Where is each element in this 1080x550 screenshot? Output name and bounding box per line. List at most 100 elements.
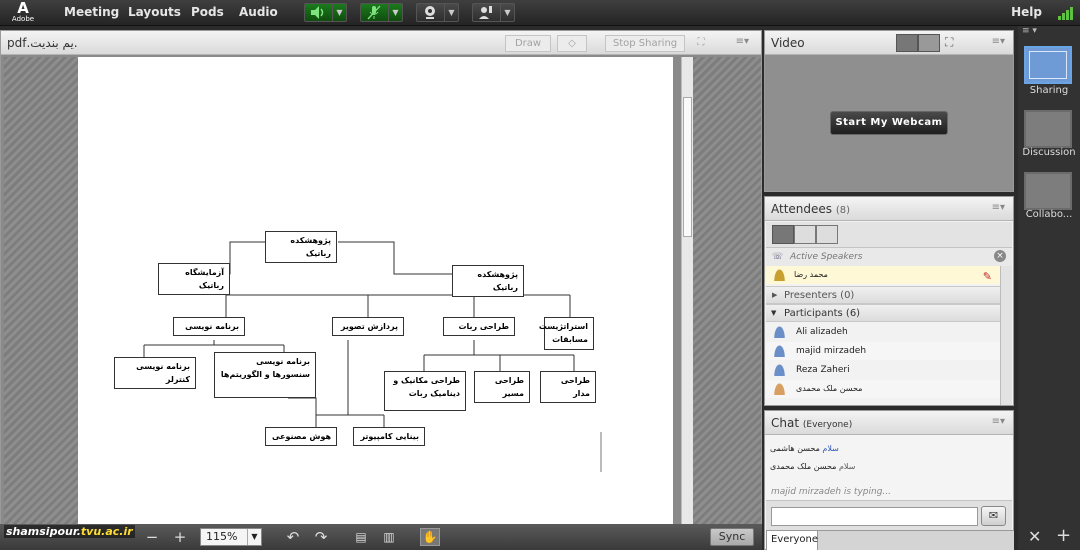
hand-tool-icon[interactable]: ✋ — [420, 528, 440, 546]
active-speakers-label: Active Speakers — [790, 252, 863, 262]
speaker-button[interactable]: ▼ — [304, 3, 347, 22]
chevron-down-icon[interactable]: ▼ — [388, 4, 402, 21]
layout-thumb-collaboration[interactable] — [1024, 172, 1072, 210]
pod-menu-icon[interactable]: ≡▾ — [736, 36, 749, 47]
chevron-right-icon: ▶ — [772, 291, 778, 299]
help-menu[interactable]: Help — [1011, 5, 1042, 19]
chat-message-text: سلام — [838, 462, 856, 471]
scrollbar-thumb[interactable] — [683, 97, 692, 237]
rail-menu-icon[interactable]: ≡ ▾ — [1022, 26, 1076, 36]
menu-pods[interactable]: Pods — [191, 5, 224, 19]
zoom-value: 115% — [206, 530, 238, 543]
video-pod-title: Video — [771, 36, 805, 50]
presenter-status-icon: ✎ — [982, 270, 992, 283]
chevron-down-icon[interactable]: ▼ — [444, 4, 458, 21]
chat-sender: محسن ملک محمدی — [770, 462, 837, 471]
participant-row[interactable]: Ali alizadeh — [766, 323, 1000, 341]
rotate-left-icon[interactable]: ↶ — [285, 529, 301, 545]
breakout-view-icon[interactable] — [794, 225, 816, 244]
chevron-down-icon[interactable]: ▼ — [247, 529, 261, 545]
chat-tab-everyone[interactable]: Everyone — [766, 530, 818, 550]
layout-thumb-sharing[interactable] — [1024, 46, 1072, 84]
participant-row[interactable]: majid mirzadeh — [766, 342, 1000, 360]
participant-row[interactable]: Reza Zaheri — [766, 361, 1000, 379]
chat-tab-strip — [818, 530, 1014, 550]
presenters-section[interactable]: ▶ Presenters (0) — [766, 286, 1000, 304]
fullscreen-icon[interactable]: ⛶ — [945, 35, 953, 50]
fullscreen-icon[interactable]: ⛶ — [691, 35, 711, 52]
layout-thumb-discussion[interactable] — [1024, 110, 1072, 148]
layout-label-collaboration[interactable]: Collabo... — [1018, 209, 1080, 220]
attendees-pod-title: Attendees (8) — [771, 202, 850, 216]
participants-section[interactable]: ▼ Participants (6) — [766, 304, 1000, 322]
chat-pod-title: Chat (Everyone) — [771, 416, 852, 430]
menu-layouts[interactable]: Layouts — [128, 5, 181, 19]
attendees-toolbar — [766, 222, 1012, 248]
video-pod-header: Video ⛶ ≡▾ — [765, 31, 1013, 55]
diagram-node-root: پژوهشکده رباتیک — [265, 231, 337, 263]
raise-hand-icon — [479, 6, 492, 19]
rotate-right-icon[interactable]: ↷ — [313, 529, 329, 545]
menu-meeting[interactable]: Meeting — [64, 5, 119, 19]
fit-width-icon[interactable]: ▥ — [381, 529, 397, 545]
chat-message: سلام محسن ملک محمدی — [770, 460, 1006, 474]
participant-row[interactable]: محسن ملک محمدی — [766, 380, 1000, 398]
attendee-status-icon[interactable] — [816, 225, 838, 244]
diagram-node-mechanics: طراحی مکانیک و دینامیک ربات — [384, 371, 466, 411]
layout-thumb-pane — [1029, 51, 1067, 79]
phone-icon: ☏ — [772, 252, 784, 262]
typing-indicator: majid mirzadeh is typing... — [771, 487, 891, 497]
host-row[interactable]: محمد رضا ✎ — [766, 266, 1000, 284]
attendees-scrollbar[interactable] — [1000, 266, 1012, 405]
watermark-part2: tvu.ac.ir — [80, 525, 133, 538]
user-icon — [774, 383, 785, 395]
top-menu-bar: A Adobe Meeting Layouts Pods Audio ▼ ▼ ▼… — [0, 0, 1080, 26]
list-view-icon[interactable] — [772, 225, 794, 244]
document-page: پژوهشکده رباتیک آزمایشگاه رباتیک پژوهشکد… — [78, 57, 673, 524]
vertical-scrollbar[interactable] — [681, 57, 693, 524]
chat-input[interactable] — [771, 507, 978, 526]
presenters-label: Presenters (0) — [784, 290, 855, 301]
zoom-in-icon[interactable]: + — [172, 529, 188, 545]
sync-button[interactable]: Sync — [710, 528, 754, 546]
active-speakers-bar: Active Speakers ☏ × — [766, 248, 1012, 266]
diagram-node-circuit: طراحی مدار — [540, 371, 596, 403]
filmstrip-view-icon[interactable] — [918, 34, 940, 52]
zoom-select[interactable]: 115% ▼ — [200, 528, 262, 546]
diagram-node-path: طراحی مسیر — [474, 371, 530, 403]
share-pod-header: .يم بندیت.pdf Draw ◇ Stop Sharing ⛶ ≡▾ — [1, 31, 761, 55]
draw-button[interactable]: Draw — [505, 35, 551, 52]
right-margin — [693, 57, 761, 524]
attendees-pod-header: Attendees (8) ≡▾ — [765, 197, 1013, 221]
chat-message-text: سلام — [822, 444, 839, 453]
menu-audio[interactable]: Audio — [239, 5, 278, 19]
chevron-down-icon[interactable]: ▼ — [500, 4, 514, 21]
add-layout-icon[interactable]: + — [1056, 525, 1071, 546]
participants-label: Participants (6) — [784, 308, 861, 319]
diagram-node-ai: هوش مصنوعی — [265, 427, 337, 446]
manage-layouts-icon[interactable]: ✕ — [1028, 527, 1041, 546]
fit-page-icon[interactable]: ▤ — [353, 529, 369, 545]
pod-menu-icon[interactable]: ≡▾ — [992, 36, 1005, 47]
layout-label-discussion[interactable]: Discussion — [1018, 147, 1080, 158]
stop-sharing-button[interactable]: Stop Sharing — [605, 35, 685, 52]
watermark: shamsipour.tvu.ac.ir — [4, 525, 135, 538]
chevron-down-icon[interactable]: ▼ — [332, 4, 346, 21]
close-icon[interactable]: × — [994, 250, 1006, 262]
webcam-button[interactable]: ▼ — [416, 3, 459, 22]
page-divider — [600, 432, 602, 472]
layout-label-sharing[interactable]: Sharing — [1018, 85, 1080, 96]
start-webcam-button[interactable]: Start My Webcam — [830, 111, 948, 135]
participant-name: Reza Zaheri — [796, 365, 850, 375]
pod-menu-icon[interactable]: ≡▾ — [992, 416, 1005, 427]
grid-view-icon[interactable] — [896, 34, 918, 52]
eraser-button[interactable]: ◇ — [557, 35, 587, 52]
chat-title: Chat — [771, 416, 800, 430]
raise-hand-button[interactable]: ▼ — [472, 3, 515, 22]
send-message-icon[interactable]: ✉ — [981, 506, 1006, 526]
logo-text: Adobe — [11, 15, 35, 23]
zoom-out-icon[interactable]: − — [144, 529, 160, 545]
diagram-node-vision: بینایی کامپیوتر — [353, 427, 425, 446]
microphone-button[interactable]: ▼ — [360, 3, 403, 22]
pod-menu-icon[interactable]: ≡▾ — [992, 202, 1005, 213]
